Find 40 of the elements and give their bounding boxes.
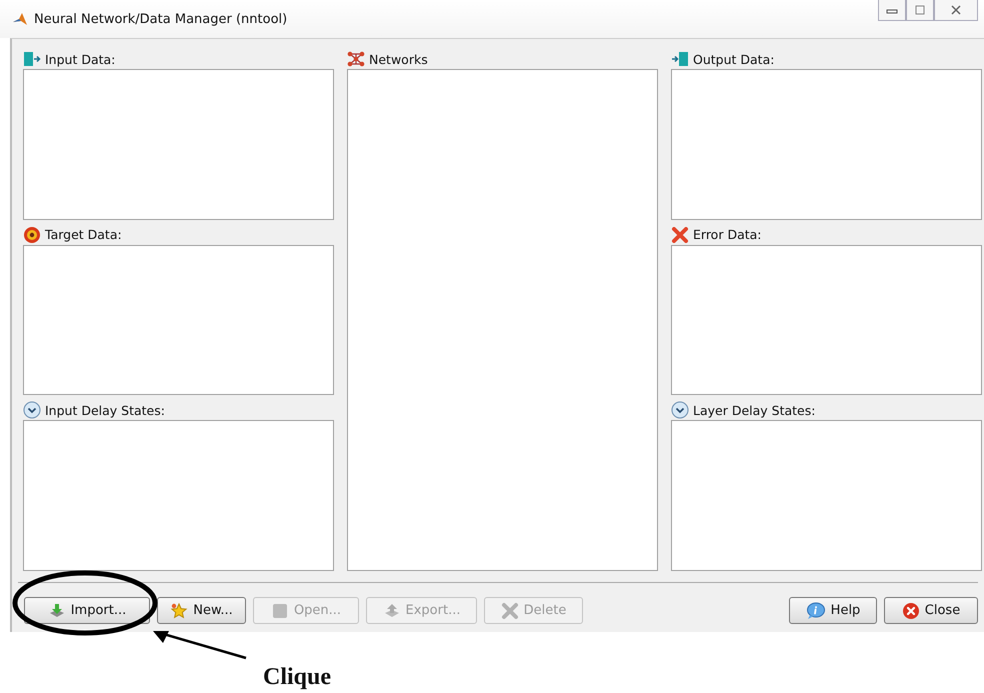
- cross-icon: [500, 602, 519, 620]
- list-box[interactable]: [671, 69, 982, 220]
- list-label: Error Data:: [693, 227, 762, 242]
- list-box[interactable]: [23, 69, 334, 220]
- door-arrow-icon: [671, 51, 689, 67]
- callout-label: Clique: [263, 664, 332, 691]
- close-icon: [902, 602, 920, 620]
- minimize-button[interactable]: [878, 0, 906, 21]
- door-arrow-icon: [23, 51, 41, 67]
- list-label: Input Data:: [45, 52, 116, 66]
- list-box[interactable]: [671, 420, 982, 572]
- list-label: Layer Delay States:: [693, 402, 816, 418]
- list-box[interactable]: [23, 420, 334, 572]
- target-icon: [23, 226, 41, 244]
- import-icon: [48, 602, 66, 620]
- import-button[interactable]: Import...: [24, 597, 150, 624]
- app-logo-icon: [12, 12, 28, 26]
- new-button[interactable]: New...: [157, 597, 246, 624]
- chevron-circle-icon: [23, 401, 41, 420]
- maximize-button[interactable]: [906, 0, 934, 21]
- maximize-icon: [914, 5, 926, 15]
- list-label: Input Delay States:: [45, 402, 165, 418]
- export-icon: [382, 602, 401, 620]
- list-box[interactable]: [23, 244, 334, 396]
- list-label: Target Data:: [45, 227, 122, 242]
- list-box[interactable]: [347, 69, 658, 571]
- chevron-circle-icon: [671, 401, 689, 420]
- close-button[interactable]: Close: [884, 597, 978, 624]
- window-title: Neural Network/Data Manager (nntool): [34, 12, 288, 26]
- close-window-button[interactable]: [934, 0, 978, 21]
- star-icon: [170, 602, 188, 620]
- network-icon: [347, 51, 365, 67]
- cross-icon: [671, 226, 689, 243]
- help-button[interactable]: Help: [789, 597, 877, 624]
- close-icon: [950, 5, 962, 15]
- list-label: Networks: [369, 52, 428, 66]
- info-bubble-icon: [806, 602, 826, 620]
- list-box[interactable]: [671, 244, 982, 396]
- square-icon: [270, 602, 289, 620]
- list-label: Output Data:: [693, 52, 774, 66]
